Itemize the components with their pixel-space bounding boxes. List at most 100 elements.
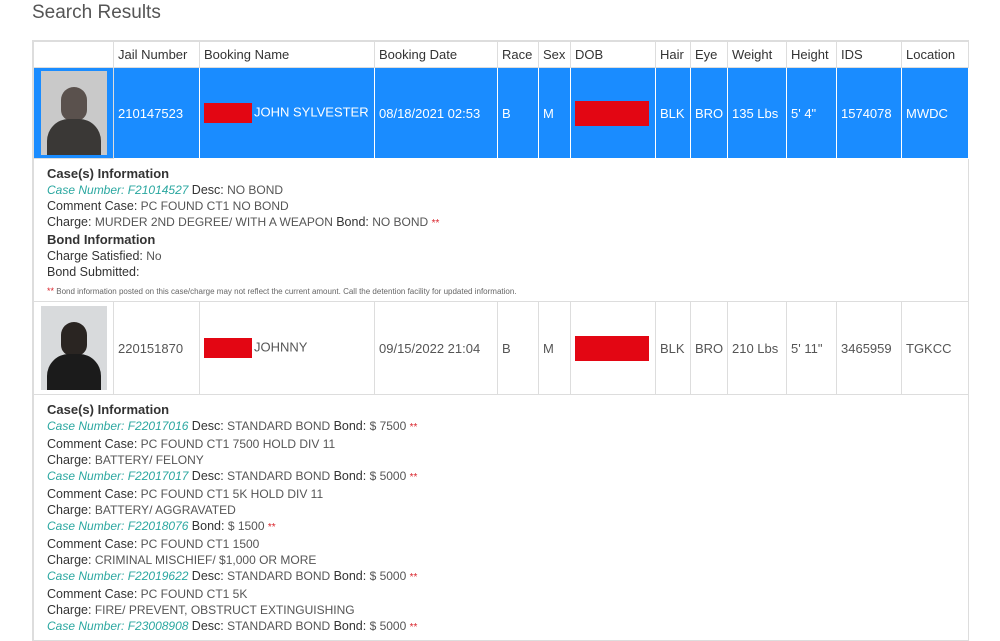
comment-line: Comment Case: PC FOUND CT1 NO BOND [47, 198, 955, 214]
photo-cell [33, 301, 114, 395]
booking-name-cell: JOHN SYLVESTER [199, 67, 375, 159]
weight: 210 Lbs [727, 301, 787, 395]
hair: BLK [655, 67, 691, 159]
charge-label: Charge: [47, 553, 92, 567]
desc-label: Desc: [191, 619, 224, 633]
case-number-link[interactable]: F22017016 [128, 419, 189, 433]
case-number-line: Case Number: F23008908 Desc: STANDARD BO… [47, 618, 955, 636]
charge-label: Charge: [47, 603, 92, 617]
column-header-ids[interactable]: IDS [836, 41, 902, 68]
table-header-row: Jail Number Booking Name Booking Date Ra… [33, 41, 969, 68]
booking-name-cell: JOHNNY [199, 301, 375, 395]
redaction-bar [575, 100, 649, 126]
footnote-text: Bond information posted on this case/cha… [56, 287, 517, 296]
case-number-line: Case Number: F22017017 Desc: STANDARD BO… [47, 468, 955, 486]
case-number-link[interactable]: F21014527 [128, 183, 189, 197]
charge-label: Charge: [47, 503, 92, 517]
column-header-sex[interactable]: Sex [538, 41, 571, 68]
bond-label: Bond: [333, 619, 367, 633]
desc-value: STANDARD BOND [227, 419, 331, 433]
column-header-eye[interactable]: Eye [690, 41, 728, 68]
case-number-line: Case Number: F22019622 Desc: STANDARD BO… [47, 568, 955, 586]
comment-line: Comment Case: PC FOUND CT1 5K HOLD DIV 1… [47, 486, 955, 502]
location: TGKCC [901, 301, 969, 395]
bond-value: $ 7500 [369, 419, 407, 433]
comment-value: PC FOUND CT1 5K HOLD DIV 11 [140, 487, 324, 501]
footnote-star: ** [409, 472, 418, 483]
charge-value: BATTERY/ AGGRAVATED [94, 503, 236, 517]
comment-line: Comment Case: PC FOUND CT1 5K [47, 586, 955, 602]
eye: BRO [690, 67, 728, 159]
redaction-bar [204, 338, 252, 358]
column-header-location[interactable]: Location [901, 41, 969, 68]
booking-name: JOHN SYLVESTER [254, 104, 369, 120]
comment-label: Comment Case: [47, 437, 138, 451]
location: MWDC [901, 67, 969, 159]
column-header-weight[interactable]: Weight [727, 41, 787, 68]
column-header-booking-name[interactable]: Booking Name [199, 41, 375, 68]
footnote-star: ** [409, 622, 418, 633]
bond-label: Bond: [333, 469, 367, 483]
desc-value: STANDARD BOND [227, 619, 331, 633]
charge-line: Charge: BATTERY/ AGGRAVATED [47, 502, 955, 518]
case-number-label: Case Number: [47, 419, 125, 433]
case-number-label: Case Number: [47, 519, 125, 533]
bond-submitted-line: Bond Submitted: [47, 264, 955, 280]
redaction-bar [575, 335, 649, 361]
bond-label: Bond: [336, 215, 369, 229]
case-number-label: Case Number: [47, 619, 125, 633]
bond-footnote: ** Bond information posted on this case/… [47, 286, 955, 297]
mugshot-image[interactable] [40, 71, 107, 155]
charge-satisfied-line: Charge Satisfied: No [47, 248, 955, 264]
bond-label: Bond: [191, 519, 225, 533]
comment-value: PC FOUND CT1 5K [140, 587, 248, 601]
bond-label: Bond: [333, 569, 367, 583]
charge-value: MURDER 2ND DEGREE/ WITH A WEAPON [94, 215, 333, 229]
mugshot-image[interactable] [40, 306, 107, 390]
charge-line: Charge: MURDER 2ND DEGREE/ WITH A WEAPON… [47, 214, 955, 232]
case-details: Case(s) Information Case Number: F210145… [33, 158, 969, 302]
inmate-row[interactable]: 210147523 JOHN SYLVESTER 08/18/2021 02:5… [33, 67, 969, 159]
comment-label: Comment Case: [47, 199, 138, 213]
footnote-star: ** [47, 286, 55, 296]
bond-label: Bond: [333, 419, 367, 433]
bond-value: NO BOND [372, 215, 429, 229]
column-header-race[interactable]: Race [497, 41, 539, 68]
charge-satisfied-label: Charge Satisfied: [47, 249, 143, 263]
comment-value: PC FOUND CT1 7500 HOLD DIV 11 [140, 437, 336, 451]
case-number-link[interactable]: F22019622 [128, 569, 189, 583]
case-number-label: Case Number: [47, 569, 125, 583]
column-header-hair[interactable]: Hair [655, 41, 691, 68]
case-number-link[interactable]: F23008908 [128, 619, 189, 633]
charge-line: Charge: BATTERY/ FELONY [47, 452, 955, 468]
comment-label: Comment Case: [47, 537, 138, 551]
case-number-link[interactable]: F22018076 [128, 519, 189, 533]
inmate-row[interactable]: 220151870 JOHNNY 09/15/2022 21:04 B M BL… [33, 301, 969, 395]
charge-value: FIRE/ PREVENT, OBSTRUCT EXTINGUISHING [94, 603, 355, 617]
column-header-jail-number[interactable]: Jail Number [113, 41, 200, 68]
footnote-star: ** [267, 522, 276, 533]
race: B [497, 301, 539, 395]
bond-submitted-label: Bond Submitted: [47, 265, 140, 279]
case-number-link[interactable]: F22017017 [128, 469, 189, 483]
charge-line: Charge: CRIMINAL MISCHIEF/ $1,000 OR MOR… [47, 552, 955, 568]
eye: BRO [690, 301, 728, 395]
sex: M [538, 301, 571, 395]
desc-label: Desc: [191, 569, 224, 583]
footnote-star: ** [409, 572, 418, 583]
footnote-star: ** [431, 218, 440, 229]
bond-value: $ 5000 [369, 469, 407, 483]
column-header-booking-date[interactable]: Booking Date [374, 41, 498, 68]
bond-value: $ 5000 [369, 619, 407, 633]
column-header-photo [33, 41, 114, 68]
column-header-height[interactable]: Height [786, 41, 837, 68]
comment-value: PC FOUND CT1 1500 [140, 537, 260, 551]
jail-number: 220151870 [113, 301, 200, 395]
desc-value: NO BOND [227, 183, 284, 197]
search-results-table: Jail Number Booking Name Booking Date Ra… [32, 40, 969, 641]
weight: 135 Lbs [727, 67, 787, 159]
charge-line: Charge: FIRE/ PREVENT, OBSTRUCT EXTINGUI… [47, 602, 955, 618]
case-number-line: Case Number: F21014527 Desc: NO BOND [47, 182, 955, 198]
charge-satisfied-value: No [146, 249, 162, 263]
column-header-dob[interactable]: DOB [570, 41, 656, 68]
